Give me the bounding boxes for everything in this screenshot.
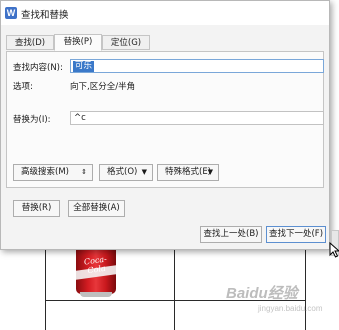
replace-input-value: ^c: [74, 113, 86, 123]
advanced-search-button[interactable]: 高级搜索(M) ⇕: [13, 164, 93, 181]
find-input-value: 可乐: [73, 61, 95, 72]
replace-button[interactable]: 替换(R): [13, 200, 60, 217]
coca-cola-can-image: Coca-Cola: [76, 246, 116, 297]
dropdown-arrow-icon: ▼: [207, 168, 213, 176]
replace-input[interactable]: ^c: [70, 111, 324, 125]
expand-arrow-icon: ⇕: [81, 168, 87, 176]
special-format-button[interactable]: 特殊格式(E) ▼: [157, 164, 219, 181]
find-label: 查找内容(N):: [13, 63, 63, 73]
find-input[interactable]: 可乐: [70, 59, 324, 73]
watermark-url: jingyan.baidu.com: [258, 304, 323, 313]
dialog-title: 查找和替换: [21, 10, 69, 21]
options-value: 向下,区分全/半角: [70, 82, 136, 92]
mouse-cursor-icon: [329, 242, 339, 258]
find-previous-button[interactable]: 查找上一处(B): [200, 226, 262, 243]
wps-writer-icon: W: [5, 7, 17, 19]
replace-all-button[interactable]: 全部替换(A): [68, 200, 125, 217]
find-replace-dialog: W 查找和替换 查找(D) 替换(P) 定位(G) 查找内容(N): 可乐 选项…: [0, 0, 330, 250]
tab-goto[interactable]: 定位(G): [102, 35, 150, 50]
tab-replace[interactable]: 替换(P): [54, 34, 102, 51]
replace-label: 替换为(I):: [13, 115, 51, 125]
dropdown-arrow-icon: ▼: [141, 168, 147, 176]
watermark: Baidu经验: [226, 285, 298, 302]
tab-find[interactable]: 查找(D): [6, 35, 54, 50]
find-next-button[interactable]: 查找下一处(F): [266, 226, 326, 243]
options-label: 选项:: [13, 82, 33, 92]
format-button[interactable]: 格式(O) ▼: [99, 164, 153, 181]
title-bar[interactable]: W 查找和替换: [1, 1, 329, 25]
